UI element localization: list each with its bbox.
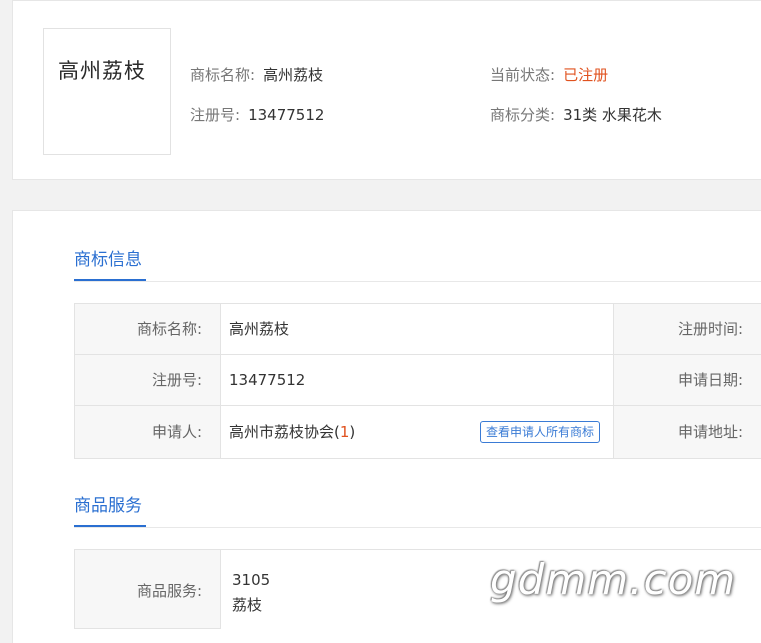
applicant-count-close: ) — [349, 423, 356, 441]
summary-class-label: 商标分类: — [490, 106, 556, 124]
summary-status-row: 当前状态: 已注册 — [490, 64, 608, 85]
row-label-right: 注册时间: — [614, 304, 761, 354]
row-value: 高州荔枝 — [221, 304, 614, 354]
row-label: 商标名称: — [75, 304, 221, 354]
trademark-logo-image: 高州荔枝 — [43, 28, 171, 155]
view-applicant-trademarks-button[interactable]: 查看申请人所有商标 — [480, 421, 601, 443]
section-divider — [74, 527, 761, 528]
goods-services-label: 商品服务: — [75, 550, 221, 629]
trademark-info-table: 商标名称: 高州荔枝 注册时间: 注册号: 13477512 申请日期: 申请人… — [74, 303, 761, 459]
site-watermark: gdmm.com — [490, 555, 737, 604]
status-badge: 已注册 — [563, 66, 609, 84]
table-row: 注册号: 13477512 申请日期: — [75, 355, 761, 406]
table-row: 申请人: 高州市荔枝协会(1) 查看申请人所有商标 申请地址: — [75, 406, 761, 459]
summary-name-row: 商标名称: 高州荔枝 — [190, 64, 323, 85]
summary-class-value: 31类 水果花木 — [563, 106, 662, 124]
applicant-cell: 高州市荔枝协会(1) 查看申请人所有商标 — [221, 406, 614, 458]
row-label: 注册号: — [75, 355, 221, 405]
summary-status-label: 当前状态: — [490, 66, 556, 84]
summary-regno-value: 13477512 — [248, 106, 325, 124]
summary-regno-label: 注册号: — [190, 106, 241, 124]
summary-name-label: 商标名称: — [190, 66, 256, 84]
table-row: 商标名称: 高州荔枝 注册时间: — [75, 304, 761, 355]
summary-regno-row: 注册号: 13477512 — [190, 104, 324, 125]
trademark-logo-text: 高州荔枝 — [58, 59, 146, 83]
applicant-count: 1 — [339, 423, 350, 441]
row-label-right: 申请地址: — [614, 406, 761, 458]
summary-name-value: 高州荔枝 — [263, 66, 324, 84]
applicant-link[interactable]: 高州市荔枝协会 — [229, 423, 334, 441]
tab-trademark-info[interactable]: 商标信息 — [74, 245, 142, 270]
row-label-right: 申请日期: — [614, 355, 761, 405]
trademark-summary-card: 高州荔枝 商标名称: 高州荔枝 注册号: 13477512 当前状态: 已注册 商标分… — [12, 0, 761, 180]
tab-goods-services[interactable]: 商品服务 — [74, 491, 142, 516]
summary-class-row: 商标分类: 31类 水果花木 — [490, 104, 662, 125]
row-value: 13477512 — [221, 355, 614, 405]
section-divider — [74, 281, 761, 282]
row-label: 申请人: — [75, 406, 221, 458]
